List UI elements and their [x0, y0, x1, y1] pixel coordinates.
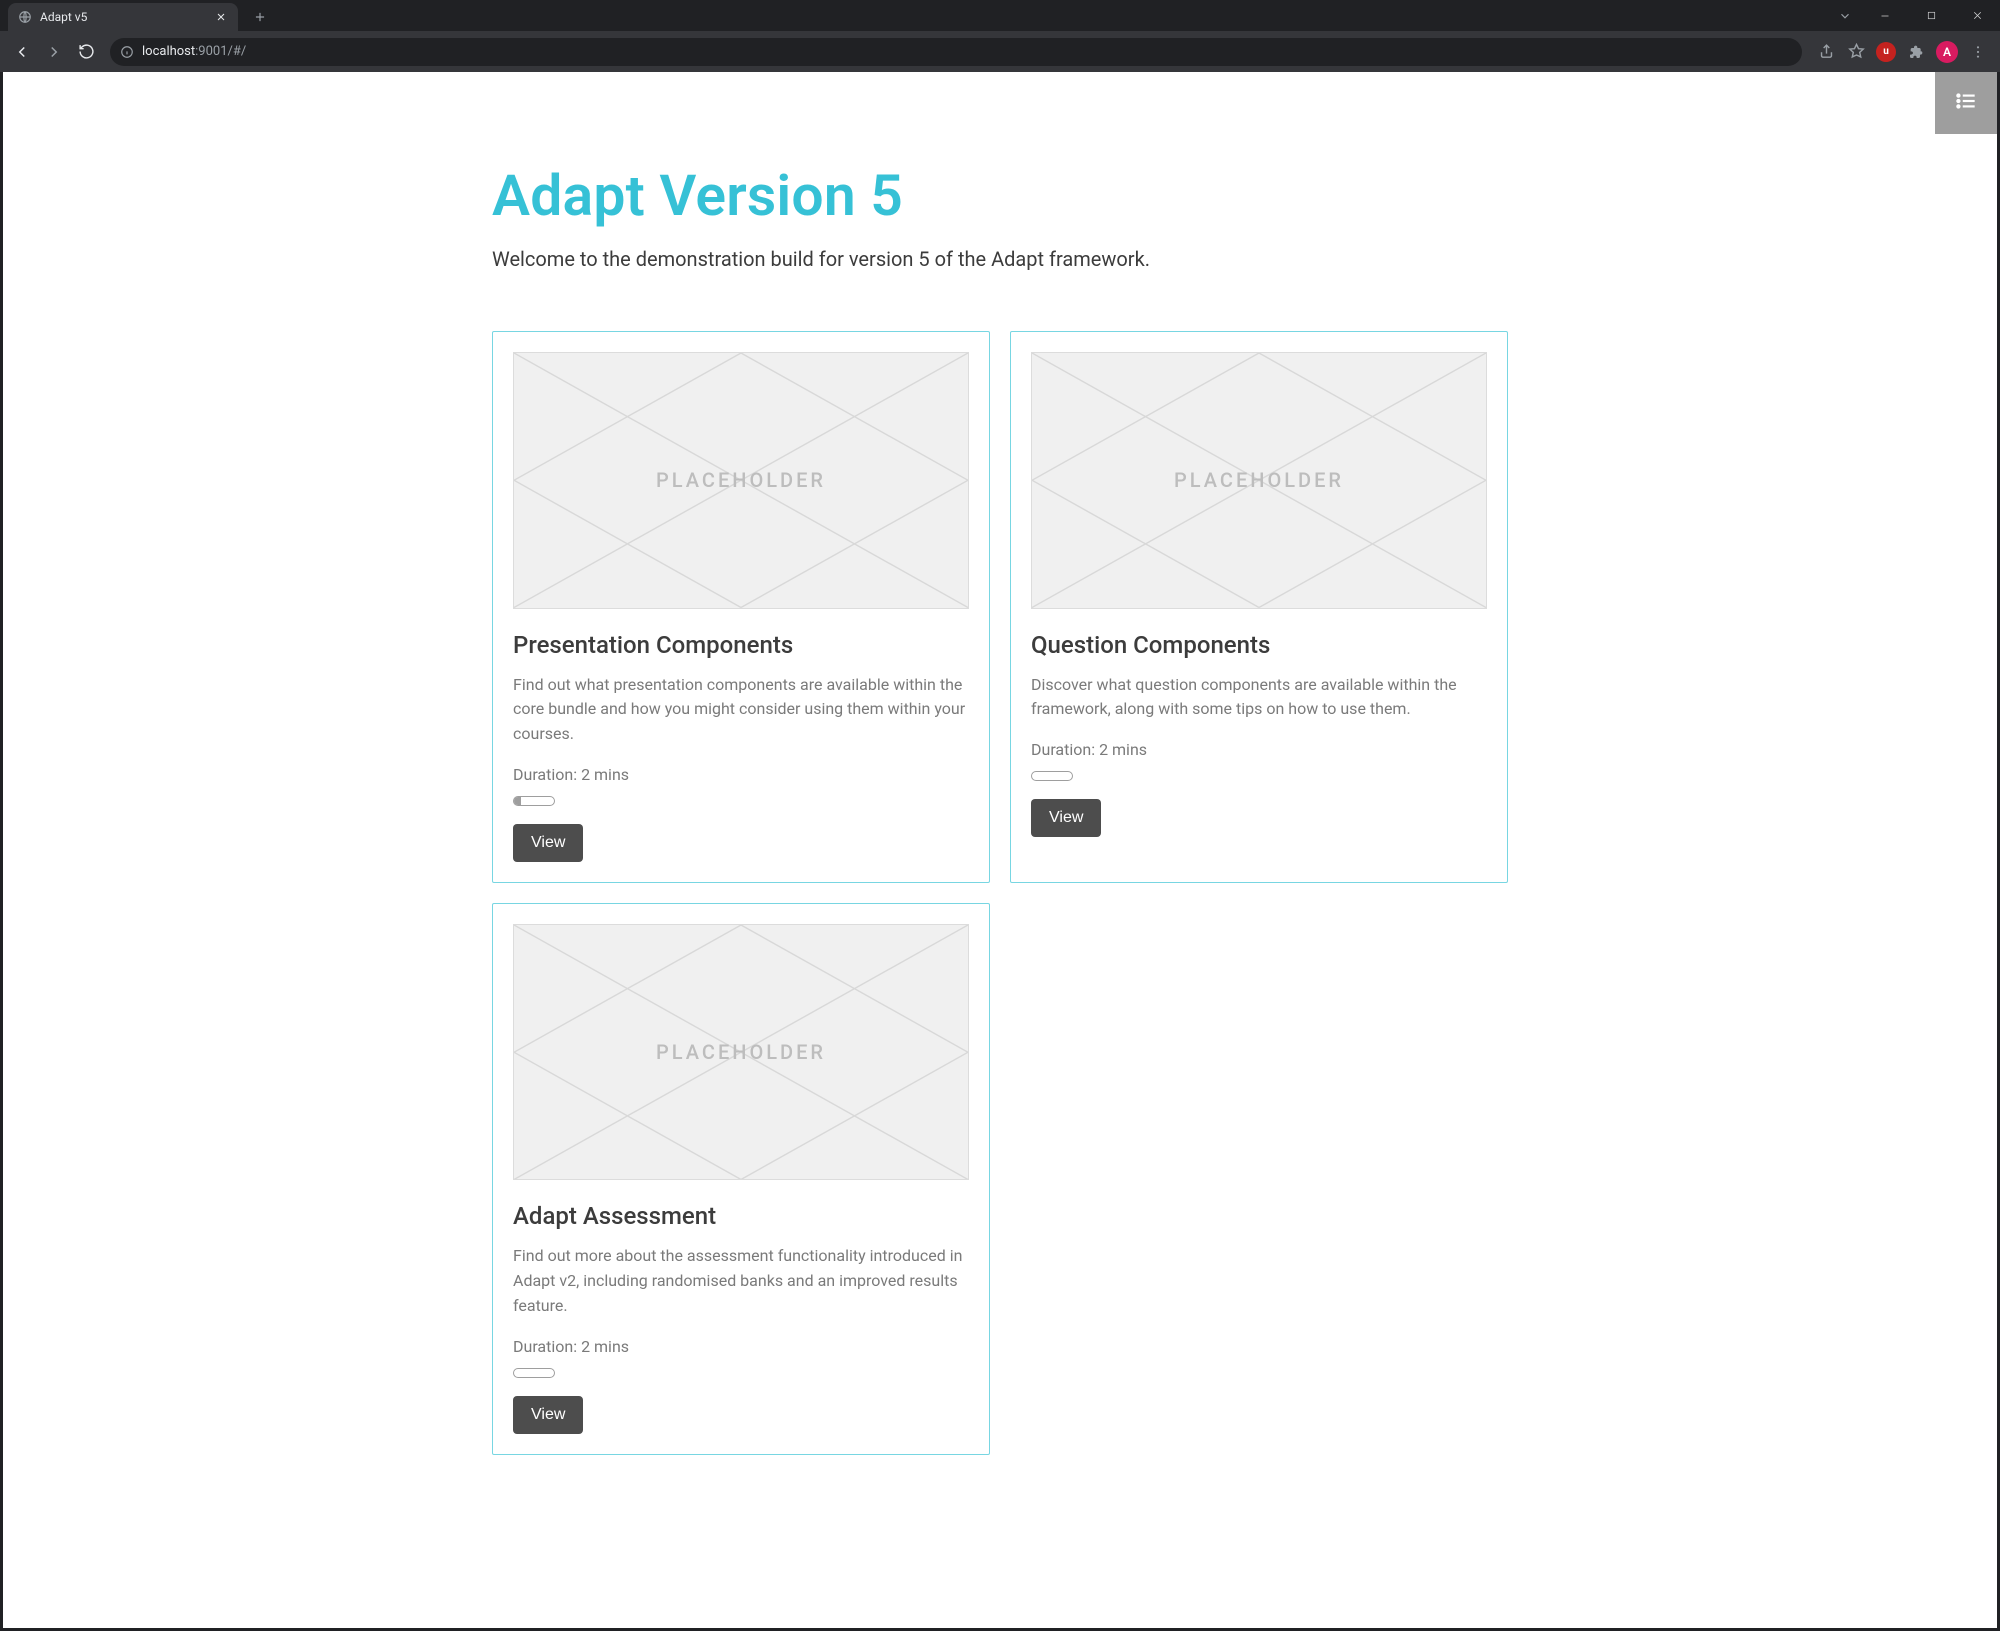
site-info-icon[interactable] [120, 45, 134, 59]
forward-button[interactable] [40, 38, 68, 66]
url-path: :9001/#/ [195, 44, 246, 59]
browser-titlebar: Adapt v5 [0, 0, 2000, 31]
progress-indicator [1031, 771, 1073, 781]
extensions-icon[interactable] [1902, 38, 1930, 66]
placeholder-label: PLACEHOLDER [514, 353, 968, 608]
chevron-down-icon[interactable] [1828, 0, 1862, 31]
view-button[interactable]: View [513, 824, 583, 862]
card-title: Question Components [1031, 631, 1487, 659]
card-duration: Duration: 2 mins [513, 1337, 969, 1356]
profile-avatar[interactable]: A [1936, 41, 1958, 63]
card-title: Presentation Components [513, 631, 969, 659]
card-placeholder-image: PLACEHOLDER [513, 924, 969, 1181]
tab-strip: Adapt v5 [0, 0, 274, 31]
card-description: Discover what question components are av… [1031, 673, 1487, 723]
page-container: Adapt Version 5 Welcome to the demonstra… [472, 72, 1528, 1515]
bookmark-icon[interactable] [1842, 38, 1870, 66]
card-duration: Duration: 2 mins [1031, 740, 1487, 759]
window-maximize-button[interactable] [1908, 0, 1954, 31]
course-card: PLACEHOLDER Adapt Assessment Find out mo… [492, 903, 990, 1455]
close-icon[interactable] [214, 10, 228, 24]
url-host: localhost [142, 44, 195, 59]
reload-button[interactable] [72, 38, 100, 66]
browser-tab-active[interactable]: Adapt v5 [8, 3, 238, 31]
drawer-toggle-button[interactable] [1935, 72, 1997, 134]
new-tab-button[interactable] [246, 3, 274, 31]
window-close-button[interactable] [1954, 0, 2000, 31]
window-controls [1828, 0, 2000, 31]
kebab-menu-icon[interactable] [1964, 38, 1992, 66]
share-icon[interactable] [1812, 38, 1840, 66]
page-viewport: Adapt Version 5 Welcome to the demonstra… [3, 72, 1997, 1628]
view-button[interactable]: View [1031, 799, 1101, 837]
progress-fill [514, 797, 521, 805]
page-title: Adapt Version 5 [492, 162, 1508, 229]
card-description: Find out what presentation components ar… [513, 673, 969, 747]
card-placeholder-image: PLACEHOLDER [1031, 352, 1487, 609]
card-title: Adapt Assessment [513, 1202, 969, 1230]
window-minimize-button[interactable] [1862, 0, 1908, 31]
toolbar-right: u A [1812, 38, 1992, 66]
course-card: PLACEHOLDER Presentation Components Find… [492, 331, 990, 883]
placeholder-label: PLACEHOLDER [1032, 353, 1486, 608]
card-placeholder-image: PLACEHOLDER [513, 352, 969, 609]
tab-title: Adapt v5 [40, 10, 206, 24]
card-grid: PLACEHOLDER Presentation Components Find… [492, 331, 1508, 1455]
progress-indicator [513, 1368, 555, 1378]
placeholder-label: PLACEHOLDER [514, 925, 968, 1180]
card-duration: Duration: 2 mins [513, 765, 969, 784]
globe-icon [18, 10, 32, 24]
course-card: PLACEHOLDER Question Components Discover… [1010, 331, 1508, 883]
page-subtitle: Welcome to the demonstration build for v… [492, 247, 1508, 271]
url-text: localhost:9001/#/ [142, 44, 246, 59]
list-icon [1953, 88, 1979, 118]
progress-indicator [513, 796, 555, 806]
back-button[interactable] [8, 38, 36, 66]
browser-toolbar: localhost:9001/#/ u A [0, 31, 2000, 72]
address-bar[interactable]: localhost:9001/#/ [110, 38, 1802, 66]
view-button[interactable]: View [513, 1396, 583, 1434]
card-description: Find out more about the assessment funct… [513, 1244, 969, 1318]
extension-badge[interactable]: u [1876, 42, 1896, 62]
